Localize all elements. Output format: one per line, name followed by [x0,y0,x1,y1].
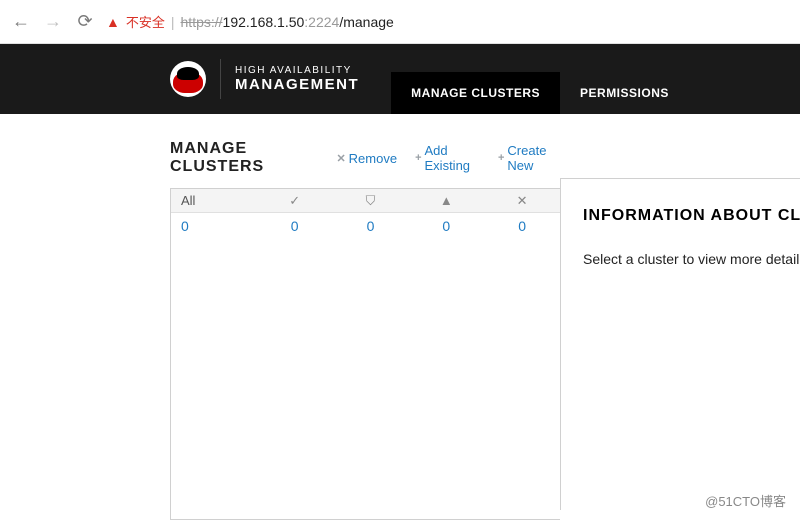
check-icon: ✓ [289,193,300,209]
redhat-logo-icon [170,61,206,97]
tab-permissions[interactable]: PERMISSIONS [560,72,689,114]
clusters-table: All ✓ ⛉ ▲ ✕ 0 0 0 0 0 [170,188,560,520]
filter-all[interactable]: All [171,189,257,212]
add-existing-link[interactable]: + Add Existing [415,143,480,173]
filter-error[interactable]: ⛉ [333,189,409,212]
watermark: @51CTO博客 [705,491,786,510]
shield-error-icon: ⛉ [366,193,376,209]
forward-button[interactable]: → [42,11,64,32]
plus-icon: + [415,152,421,164]
brand-separator [220,59,221,99]
count-offline[interactable]: 0 [484,213,560,239]
close-icon: ✕ [517,193,528,209]
count-ok[interactable]: 0 [257,213,333,239]
url-port: :2224 [304,14,339,30]
add-existing-label: Add Existing [425,143,480,173]
remove-cluster-link[interactable]: ✕ Remove [336,151,397,166]
warning-icon: ▲ [440,193,453,208]
insecure-warning-icon: ▲ [106,14,120,30]
plus-icon: + [498,152,504,164]
filter-offline[interactable]: ✕ [484,189,560,212]
filter-row: All ✓ ⛉ ▲ ✕ [171,189,560,213]
page-title: MANAGE CLUSTERS [170,140,310,176]
count-all[interactable]: 0 [171,213,257,239]
back-button[interactable]: ← [10,11,32,32]
create-new-link[interactable]: + Create New [498,143,560,173]
url-protocol: https:// [181,14,223,30]
clusters-pane: MANAGE CLUSTERS ✕ Remove + Add Existing … [170,140,560,520]
app-header: HIGH AVAILABILITY MANAGEMENT MANAGE CLUS… [0,44,800,114]
filter-ok[interactable]: ✓ [257,189,333,212]
info-pane: INFORMATION ABOUT CLUSTERS Select a clus… [560,178,800,510]
brand-title: MANAGEMENT [235,76,359,93]
create-new-label: Create New [507,143,560,173]
info-title: INFORMATION ABOUT CLUSTERS [583,207,800,225]
info-empty-text: Select a cluster to view more detailed i… [583,251,800,267]
url-host: 192.168.1.50 [223,14,305,30]
address-bar[interactable]: ▲ 不安全 | https://192.168.1.50:2224/manage [106,12,790,31]
url-path: /manage [339,14,393,30]
content-area: MANAGE CLUSTERS ✕ Remove + Add Existing … [0,114,800,520]
count-warn[interactable]: 0 [408,213,484,239]
counts-row: 0 0 0 0 0 [171,213,560,239]
browser-toolbar: ← → ⟳ ▲ 不安全 | https://192.168.1.50:2224/… [0,0,800,44]
brand: HIGH AVAILABILITY MANAGEMENT [170,44,387,114]
remove-label: Remove [349,151,397,166]
nav-tabs: MANAGE CLUSTERS PERMISSIONS [391,44,689,114]
remove-icon: ✕ [336,152,345,165]
tab-manage-clusters[interactable]: MANAGE CLUSTERS [391,72,560,114]
count-error[interactable]: 0 [333,213,409,239]
address-divider: | [171,14,175,30]
filter-warn[interactable]: ▲ [408,189,484,212]
reload-button[interactable]: ⟳ [74,11,96,32]
insecure-label: 不安全 [126,12,165,31]
brand-subtitle: HIGH AVAILABILITY [235,65,359,77]
